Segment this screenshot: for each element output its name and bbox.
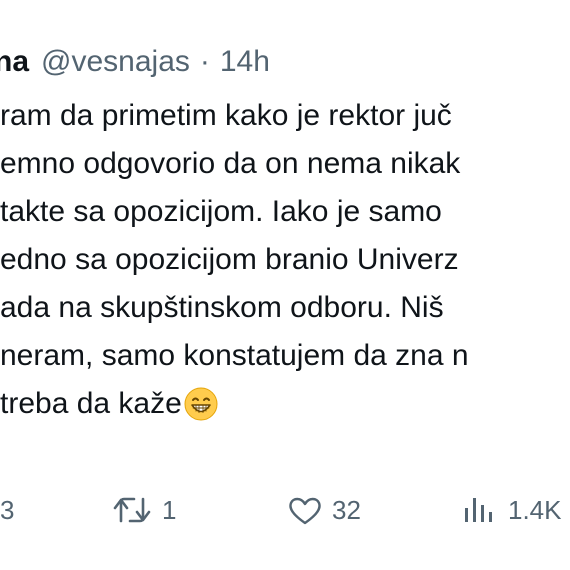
author-handle[interactable]: @vesnajas	[41, 45, 190, 78]
tweet-text-line: neram, samo konstatujem da zna n	[0, 339, 469, 372]
like-button[interactable]: 32	[288, 488, 361, 532]
tweet-header: na @vesnajas · 14h	[0, 42, 270, 82]
tweet-card[interactable]: na @vesnajas · 14h ram da primetim kako je …	[0, 0, 570, 570]
tweet-text-last-line: treba da kaže	[0, 380, 570, 428]
tweet-actions: 3 1 32 1.4K	[0, 488, 570, 532]
header-separator: ·	[199, 45, 210, 78]
grinning-face-emoji-icon	[184, 387, 218, 421]
reply-count: 3	[0, 495, 15, 525]
views-chart-icon	[462, 495, 498, 525]
tweet-timestamp[interactable]: 14h	[220, 45, 270, 78]
retweet-icon	[112, 495, 152, 525]
heart-icon	[288, 495, 322, 525]
views-count: 1.4K	[508, 495, 562, 525]
tweet-text: ram da primetim kako je rektor juč emno …	[0, 92, 570, 428]
author-display-name[interactable]: na	[0, 45, 29, 78]
tweet-text-line: edno sa opozicijom branio Univerz	[0, 243, 459, 276]
tweet-text-line: treba da kaže	[0, 387, 182, 420]
reply-button[interactable]: 3	[0, 488, 14, 532]
tweet-text-line: ada na skupštinskom odboru. Niš	[0, 291, 444, 324]
like-count: 32	[332, 495, 361, 525]
views-button[interactable]: 1.4K	[462, 488, 562, 532]
tweet-text-line: emno odgovorio da on nema nikak	[0, 147, 461, 180]
tweet-text-line: takte sa opozicijom. Iako je samo	[0, 195, 442, 228]
retweet-count: 1	[162, 495, 177, 525]
tweet-text-line: ram da primetim kako je rektor juč	[0, 99, 452, 132]
retweet-button[interactable]: 1	[112, 488, 176, 532]
